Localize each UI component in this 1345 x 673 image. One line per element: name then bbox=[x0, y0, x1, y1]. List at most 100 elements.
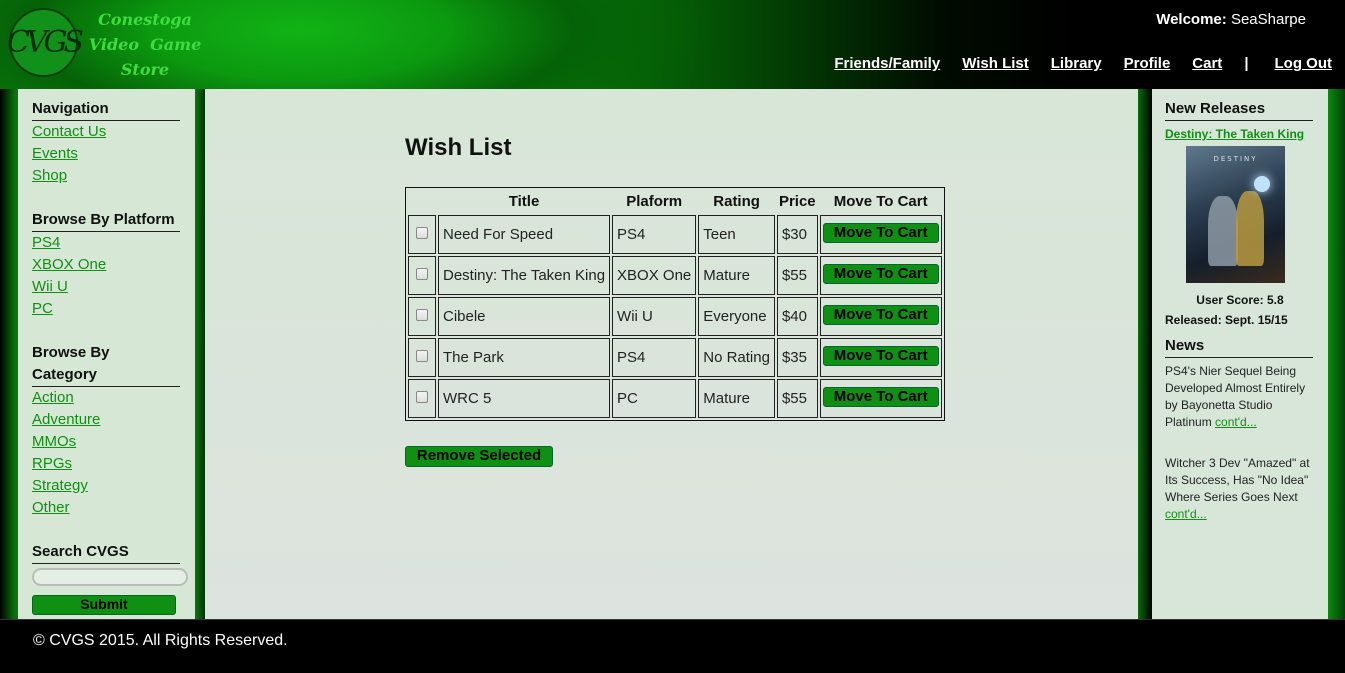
remove-selected-button[interactable]: Remove Selected bbox=[405, 446, 553, 467]
row-checkbox[interactable] bbox=[416, 391, 428, 404]
column-header-price: Price bbox=[778, 193, 816, 210]
game-price: $30 bbox=[776, 215, 818, 254]
right-gutter bbox=[1138, 89, 1152, 619]
game-title: Destiny: The Taken King bbox=[438, 256, 611, 295]
nav-log-out[interactable]: Log Out bbox=[1275, 55, 1332, 72]
game-cover-image[interactable]: DESTINY bbox=[1186, 146, 1285, 283]
move-to-cart-button[interactable]: Move To Cart bbox=[822, 304, 939, 325]
select-column-header bbox=[408, 190, 436, 213]
category-link-adventure[interactable]: Adventure bbox=[32, 409, 181, 431]
row-checkbox[interactable] bbox=[416, 309, 428, 322]
site-name-line: Video Game bbox=[88, 35, 202, 54]
move-to-cart-button[interactable]: Move To Cart bbox=[822, 222, 939, 243]
site-name-line: Store bbox=[120, 60, 170, 79]
move-to-cart-button[interactable]: Move To Cart bbox=[822, 263, 939, 284]
search-submit-button[interactable]: Submit bbox=[32, 595, 176, 615]
wish-list-table: Title Plaform Rating Price Move To Cart … bbox=[405, 187, 945, 421]
select-cell bbox=[408, 297, 436, 336]
column-header-move-to-cart: Move To Cart bbox=[833, 193, 928, 210]
site-name: Conestoga Video Game Store bbox=[86, 7, 204, 82]
platform-heading: Browse By Platform bbox=[32, 209, 180, 232]
select-cell bbox=[408, 338, 436, 377]
game-title: WRC 5 bbox=[438, 379, 611, 418]
nav-separator: | bbox=[1244, 55, 1249, 72]
category-link-action[interactable]: Action bbox=[32, 387, 181, 409]
right-sidebar: New Releases Destiny: The Taken King DES… bbox=[1152, 89, 1328, 619]
game-price: $40 bbox=[776, 297, 818, 336]
game-rating: Teen bbox=[698, 215, 775, 254]
news-continue-link[interactable]: cont'd... bbox=[1215, 415, 1257, 429]
nav-friends-family[interactable]: Friends/Family bbox=[834, 55, 940, 72]
nav-cart[interactable]: Cart bbox=[1192, 55, 1222, 72]
column-header-title: Title bbox=[508, 193, 540, 210]
action-cell: Move To Cart bbox=[819, 338, 942, 377]
welcome-label: Welcome: bbox=[1156, 11, 1227, 28]
top-navigation: Friends/Family Wish List Library Profile… bbox=[812, 55, 1332, 72]
left-gutter bbox=[195, 89, 205, 619]
platform-link-xbox-one[interactable]: XBOX One bbox=[32, 254, 181, 276]
sidebar-link-shop[interactable]: Shop bbox=[32, 165, 181, 187]
cover-title: DESTINY bbox=[1213, 155, 1258, 163]
category-link-other[interactable]: Other bbox=[32, 497, 181, 519]
category-link-rpgs[interactable]: RPGs bbox=[32, 453, 181, 475]
game-title: The Park bbox=[438, 338, 611, 377]
game-platform: PC bbox=[612, 379, 697, 418]
platform-link-ps4[interactable]: PS4 bbox=[32, 232, 181, 254]
row-checkbox[interactable] bbox=[416, 268, 428, 281]
game-rating: Mature bbox=[698, 379, 775, 418]
game-title: Cibele bbox=[438, 297, 611, 336]
site-name-line: Conestoga bbox=[98, 10, 192, 29]
game-price: $55 bbox=[776, 256, 818, 295]
username: SeaSharpe bbox=[1230, 11, 1306, 28]
game-platform: XBOX One bbox=[612, 256, 697, 295]
cover-figure bbox=[1236, 191, 1264, 266]
news-continue-link[interactable]: cont'd... bbox=[1165, 507, 1207, 521]
featured-release-link[interactable]: Destiny: The Taken King bbox=[1165, 127, 1315, 141]
game-price: $55 bbox=[776, 379, 818, 418]
game-price: $35 bbox=[776, 338, 818, 377]
column-header-rating: Rating bbox=[713, 193, 760, 210]
nav-library[interactable]: Library bbox=[1051, 55, 1102, 72]
game-rating: No Rating bbox=[698, 338, 775, 377]
row-checkbox[interactable] bbox=[416, 350, 428, 363]
cover-glow bbox=[1254, 176, 1270, 192]
table-row: Destiny: The Taken King XBOX One Mature … bbox=[408, 256, 942, 295]
game-platform: PS4 bbox=[612, 215, 697, 254]
game-rating: Mature bbox=[698, 256, 775, 295]
news-text: Witcher 3 Dev "Amazed" at Its Success, H… bbox=[1165, 456, 1310, 504]
table-row: Need For Speed PS4 Teen $30 Move To Cart bbox=[408, 215, 942, 254]
move-to-cart-button[interactable]: Move To Cart bbox=[822, 386, 939, 407]
search-heading: Search CVGS bbox=[32, 541, 180, 564]
news-item: PS4's Nier Sequel Being Developed Almost… bbox=[1165, 363, 1313, 431]
game-title: Need For Speed bbox=[438, 215, 611, 254]
search-input[interactable] bbox=[32, 568, 188, 586]
site-header: CVGS Conestoga Video Game Store Welcome:… bbox=[0, 0, 1345, 89]
action-cell: Move To Cart bbox=[819, 215, 942, 254]
table-header-row: Title Plaform Rating Price Move To Cart bbox=[408, 190, 942, 213]
category-link-mmos[interactable]: MMOs bbox=[32, 431, 181, 453]
table-row: Cibele Wii U Everyone $40 Move To Cart bbox=[408, 297, 942, 336]
logo-mark: CVGS bbox=[6, 25, 84, 60]
column-header-platform: Plaform bbox=[626, 193, 683, 210]
platform-link-wii-u[interactable]: Wii U bbox=[32, 276, 181, 298]
move-to-cart-button[interactable]: Move To Cart bbox=[822, 345, 939, 366]
nav-wish-list[interactable]: Wish List bbox=[962, 55, 1029, 72]
news-item: Witcher 3 Dev "Amazed" at Its Success, H… bbox=[1165, 455, 1313, 523]
nav-profile[interactable]: Profile bbox=[1124, 55, 1171, 72]
new-releases-heading: New Releases bbox=[1165, 98, 1313, 121]
sidebar-link-events[interactable]: Events bbox=[32, 143, 181, 165]
category-link-strategy[interactable]: Strategy bbox=[32, 475, 181, 497]
left-sidebar: Navigation Contact Us Events Shop Browse… bbox=[18, 89, 195, 619]
site-logo[interactable]: CVGS bbox=[6, 8, 84, 77]
row-checkbox[interactable] bbox=[416, 227, 428, 240]
welcome-message: Welcome: SeaSharpe bbox=[1156, 11, 1306, 28]
sidebar-link-contact-us[interactable]: Contact Us bbox=[32, 121, 181, 143]
table-row: The Park PS4 No Rating $35 Move To Cart bbox=[408, 338, 942, 377]
navigation-heading: Navigation bbox=[32, 98, 180, 121]
far-right-gutter bbox=[1328, 89, 1345, 619]
platform-link-pc[interactable]: PC bbox=[32, 298, 181, 320]
table-row: WRC 5 PC Mature $55 Move To Cart bbox=[408, 379, 942, 418]
